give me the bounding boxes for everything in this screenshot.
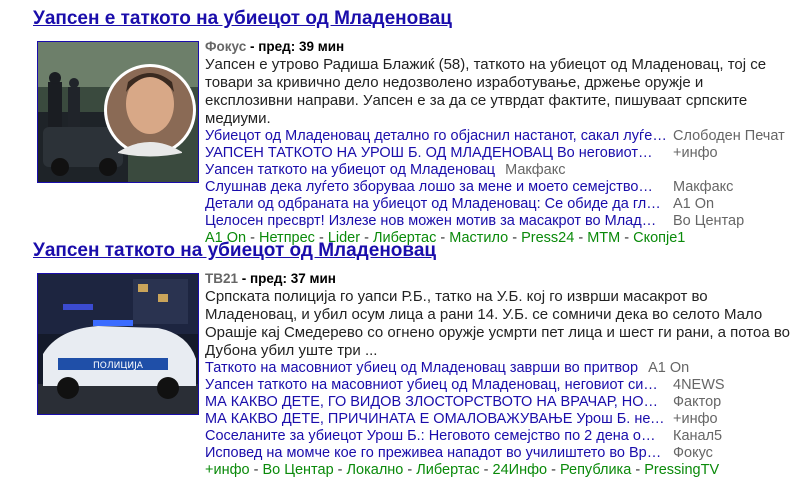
related-link[interactable]: Уапсен таткото на убиецот од Младеновац: [205, 162, 495, 179]
related-source: Фактор: [673, 394, 722, 410]
related-link[interactable]: Соселаните за убиецот Урош Б.: Неговото …: [205, 428, 641, 445]
related-item: Убиецот од Младеновац детално го објасни…: [205, 128, 785, 145]
related-item: МА КАКВО ДЕТЕ, ПРИЧИНАТА Е ОМАЛОВАЖУВАЊЕ…: [205, 411, 718, 428]
related-item: Целосен пресврт! Излезе нов можен мотив …: [205, 213, 745, 230]
source-link[interactable]: Либертас: [416, 462, 479, 478]
related-source: +инфо: [673, 145, 718, 161]
story-time: - пред: 39 мин: [249, 39, 345, 54]
related-source: Слободен Печат: [673, 128, 785, 144]
related-source: 4NEWS: [673, 377, 725, 393]
related-link[interactable]: Детали од одбраната на убиецот од Младен…: [205, 196, 646, 213]
related-source: Фокус: [673, 445, 713, 461]
source-link[interactable]: Република: [560, 462, 631, 478]
related-source: +инфо: [673, 411, 718, 427]
more-sources: +инфо - Во Центар - Локално - Либертас -…: [205, 462, 720, 478]
related-item: Исповед на момче кое го преживеа нападот…: [205, 445, 713, 462]
source-link[interactable]: Локално: [347, 462, 404, 478]
source-link[interactable]: +инфо: [205, 462, 250, 478]
source-link[interactable]: Скопје1: [633, 230, 685, 246]
story-title[interactable]: Уапсен таткото на убиецот од Младеновац: [33, 240, 436, 262]
story-body: ТВ21 - пред: 37 мин Српската полиција го…: [205, 270, 795, 479]
story-source[interactable]: ТВ21: [205, 271, 238, 286]
related-source: Канал5: [673, 428, 723, 444]
related-item: Таткото на масовниот убиец од Младеновац…: [205, 360, 795, 377]
related-link[interactable]: МА КАКВО ДЕТЕ, ПРИЧИНАТА Е ОМАЛОВАЖУВАЊЕ…: [205, 411, 650, 428]
story-time: - пред: 37 мин: [241, 271, 336, 286]
story-thumbnail-image[interactable]: [37, 41, 199, 183]
related-link[interactable]: УАПСЕН ТАТКОТО НА УРОШ Б. ОД МЛАДЕНОВАЦ …: [205, 145, 638, 162]
related-source: А1 Оn: [673, 196, 715, 212]
related-item: Уапсен таткото на масовниот убиец од Мла…: [205, 377, 725, 394]
related-source: А1 Оn: [648, 360, 690, 376]
svg-text:ПОЛИЦИЈА: ПОЛИЦИЈА: [93, 361, 144, 371]
source-link[interactable]: Во Центар: [262, 462, 333, 478]
source-link[interactable]: PressingTV: [644, 462, 719, 478]
related-link[interactable]: Целосен пресврт! Излезе нов можен мотив …: [205, 213, 642, 230]
story-snippet: Српската полиција го уапси Р.Б., татко н…: [205, 288, 790, 359]
story-thumbnail-image[interactable]: ПОЛИЦИЈА: [37, 273, 199, 415]
source-link[interactable]: 24Инфо: [493, 462, 548, 478]
source-link[interactable]: Press24: [521, 230, 574, 246]
related-link[interactable]: Исповед на момче кое го преживеа нападот…: [205, 445, 647, 462]
related-item: УАПСЕН ТАТКОТО НА УРОШ Б. ОД МЛАДЕНОВАЦ …: [205, 145, 718, 162]
related-item: Слушнав дека луѓето зборуваа лошо за мен…: [205, 179, 734, 196]
story-snippet: Уапсен е утрово Радиша Блажиќ (58), татк…: [205, 56, 767, 127]
story-title[interactable]: Уапсен е таткото на убиецот од Младенова…: [33, 8, 452, 30]
related-source: Макфакс: [673, 179, 734, 195]
related-item: Детали од одбраната на убиецот од Младен…: [205, 196, 715, 213]
related-source: Макфакс: [505, 162, 566, 178]
story-body: Фокус - пред: 39 мин Уапсен е утрово Рад…: [205, 38, 795, 247]
story-meta: Фокус - пред: 39 мин: [205, 38, 795, 56]
source-link[interactable]: МТМ: [587, 230, 620, 246]
related-link[interactable]: Слушнав дека луѓето зборуваа лошо за мен…: [205, 179, 638, 196]
related-link[interactable]: Таткото на масовниот убиец од Младеновац…: [205, 360, 638, 377]
story-source[interactable]: Фокус: [205, 39, 246, 54]
source-link[interactable]: Мастило: [449, 230, 508, 246]
related-link[interactable]: Уапсен таткото на масовниот убиец од Мла…: [205, 377, 643, 394]
related-link[interactable]: МА КАКВО ДЕТЕ, ГО ВИДОВ ЗЛОСТОРСТВОТО НА…: [205, 394, 644, 411]
related-item: Соселаните за убиецот Урош Б.: Неговото …: [205, 428, 723, 445]
related-item: Уапсен таткото на убиецот од Младеновац …: [205, 162, 795, 179]
related-item: МА КАКВО ДЕТЕ, ГО ВИДОВ ЗЛОСТОРСТВОТО НА…: [205, 394, 722, 411]
related-link[interactable]: Убиецот од Младеновац детално го објасни…: [205, 128, 652, 145]
story-meta: ТВ21 - пред: 37 мин: [205, 270, 795, 288]
related-source: Во Центар: [673, 213, 745, 229]
